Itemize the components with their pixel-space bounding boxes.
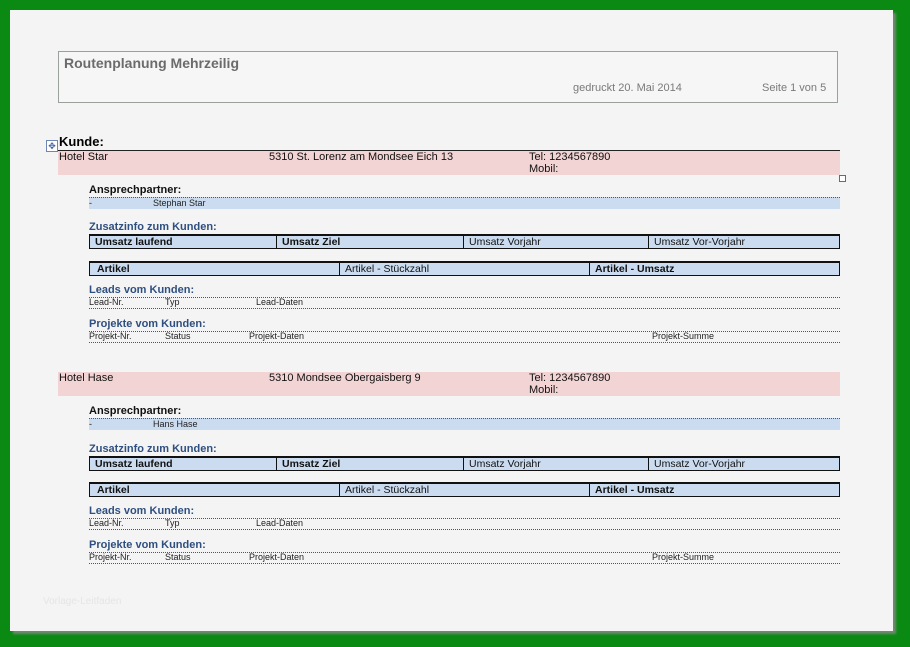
leads-divider	[89, 518, 840, 519]
projects-divider	[89, 552, 840, 553]
article-table: Artikel Artikel - Stückzahl Artikel - Um…	[89, 261, 840, 276]
project-col-status: Status	[165, 552, 191, 562]
customer-mobil: Mobil:	[529, 384, 559, 396]
customer-name: Hotel Hase	[59, 372, 114, 384]
customer-tel: Tel: 1234567890	[529, 372, 611, 384]
contact-dash: -	[89, 419, 92, 429]
resize-handle-icon[interactable]	[839, 175, 846, 182]
lead-col-type: Typ	[165, 518, 180, 528]
report-header: Routenplanung Mehrzeilig gedruckt 20. Ma…	[58, 51, 838, 103]
projects-heading: Projekte vom Kunden:	[89, 318, 206, 330]
article-col-qty: Artikel - Stückzahl	[339, 263, 585, 275]
customer-address: 5310 St. Lorenz am Mondsee Eich 13	[269, 151, 454, 163]
contact-name: Hans Hase	[153, 419, 198, 429]
article-table: Artikel Artikel - Stückzahl Artikel - Um…	[89, 482, 840, 497]
projects-bottom-divider	[89, 342, 840, 343]
project-col-sum: Projekt-Summe	[652, 552, 715, 562]
extra-info-heading: Zusatzinfo zum Kunden:	[89, 443, 217, 455]
contact-row: - Stephan Star	[89, 197, 840, 209]
customer-mobil: Mobil:	[529, 163, 559, 175]
sales-col-target: Umsatz Ziel	[276, 236, 462, 248]
project-col-data: Projekt-Daten	[249, 331, 305, 341]
contact-name: Stephan Star	[153, 198, 206, 208]
customer-address: 5310 Mondsee Obergaisberg 9	[269, 372, 421, 384]
contact-heading: Ansprechpartner:	[89, 184, 182, 196]
leads-divider	[89, 297, 840, 298]
leads-heading: Leads vom Kunden:	[89, 505, 195, 517]
move-handle-icon[interactable]: ✥	[46, 140, 58, 152]
article-col-name: Artikel	[97, 484, 130, 496]
article-col-name: Artikel	[97, 263, 130, 275]
lead-col-data: Lead-Daten	[256, 518, 304, 528]
leads-heading: Leads vom Kunden:	[89, 284, 195, 296]
page-number: Seite 1 von 5	[762, 82, 827, 94]
sales-col-current: Umsatz laufend	[95, 458, 173, 470]
projects-heading: Projekte vom Kunden:	[89, 539, 206, 551]
article-col-revenue: Artikel - Umsatz	[589, 263, 835, 275]
projects-divider	[89, 331, 840, 332]
sales-col-prev-prev-year: Umsatz Vor-Vorjahr	[648, 458, 839, 470]
report-page: Routenplanung Mehrzeilig gedruckt 20. Ma…	[10, 10, 893, 631]
sales-col-prev-prev-year: Umsatz Vor-Vorjahr	[648, 236, 839, 248]
lead-col-number: Lead-Nr.	[89, 518, 124, 528]
customer-label: Kunde:	[59, 134, 104, 149]
customer-name: Hotel Star	[59, 151, 108, 163]
project-col-status: Status	[165, 331, 191, 341]
lead-col-type: Typ	[165, 297, 180, 307]
article-col-revenue: Artikel - Umsatz	[589, 484, 835, 496]
leads-bottom-divider	[89, 308, 840, 309]
sales-table: Umsatz laufend Umsatz Ziel Umsatz Vorjah…	[89, 456, 840, 471]
lead-col-number: Lead-Nr.	[89, 297, 124, 307]
sales-col-prev-year: Umsatz Vorjahr	[463, 458, 649, 470]
projects-bottom-divider	[89, 563, 840, 564]
sales-table: Umsatz laufend Umsatz Ziel Umsatz Vorjah…	[89, 234, 840, 249]
report-title: Routenplanung Mehrzeilig	[64, 55, 239, 71]
extra-info-heading: Zusatzinfo zum Kunden:	[89, 221, 217, 233]
contact-heading: Ansprechpartner:	[89, 405, 182, 417]
project-col-number: Projekt-Nr.	[89, 331, 132, 341]
customer-tel: Tel: 1234567890	[529, 151, 611, 163]
customer-row[interactable]: Hotel Star 5310 St. Lorenz am Mondsee Ei…	[58, 150, 840, 175]
sales-col-prev-year: Umsatz Vorjahr	[463, 236, 649, 248]
article-col-qty: Artikel - Stückzahl	[339, 484, 585, 496]
contact-dash: -	[89, 198, 92, 208]
contact-row: - Hans Hase	[89, 418, 840, 430]
customer-row[interactable]: Hotel Hase 5310 Mondsee Obergaisberg 9 T…	[58, 372, 840, 396]
sales-col-target: Umsatz Ziel	[276, 458, 462, 470]
watermark: Vorlage-Leitfaden	[43, 596, 122, 607]
sales-col-current: Umsatz laufend	[95, 236, 173, 248]
project-col-sum: Projekt-Summe	[652, 331, 715, 341]
print-date: gedruckt 20. Mai 2014	[573, 82, 682, 94]
lead-col-data: Lead-Daten	[256, 297, 304, 307]
project-col-data: Projekt-Daten	[249, 552, 305, 562]
leads-bottom-divider	[89, 529, 840, 530]
project-col-number: Projekt-Nr.	[89, 552, 132, 562]
